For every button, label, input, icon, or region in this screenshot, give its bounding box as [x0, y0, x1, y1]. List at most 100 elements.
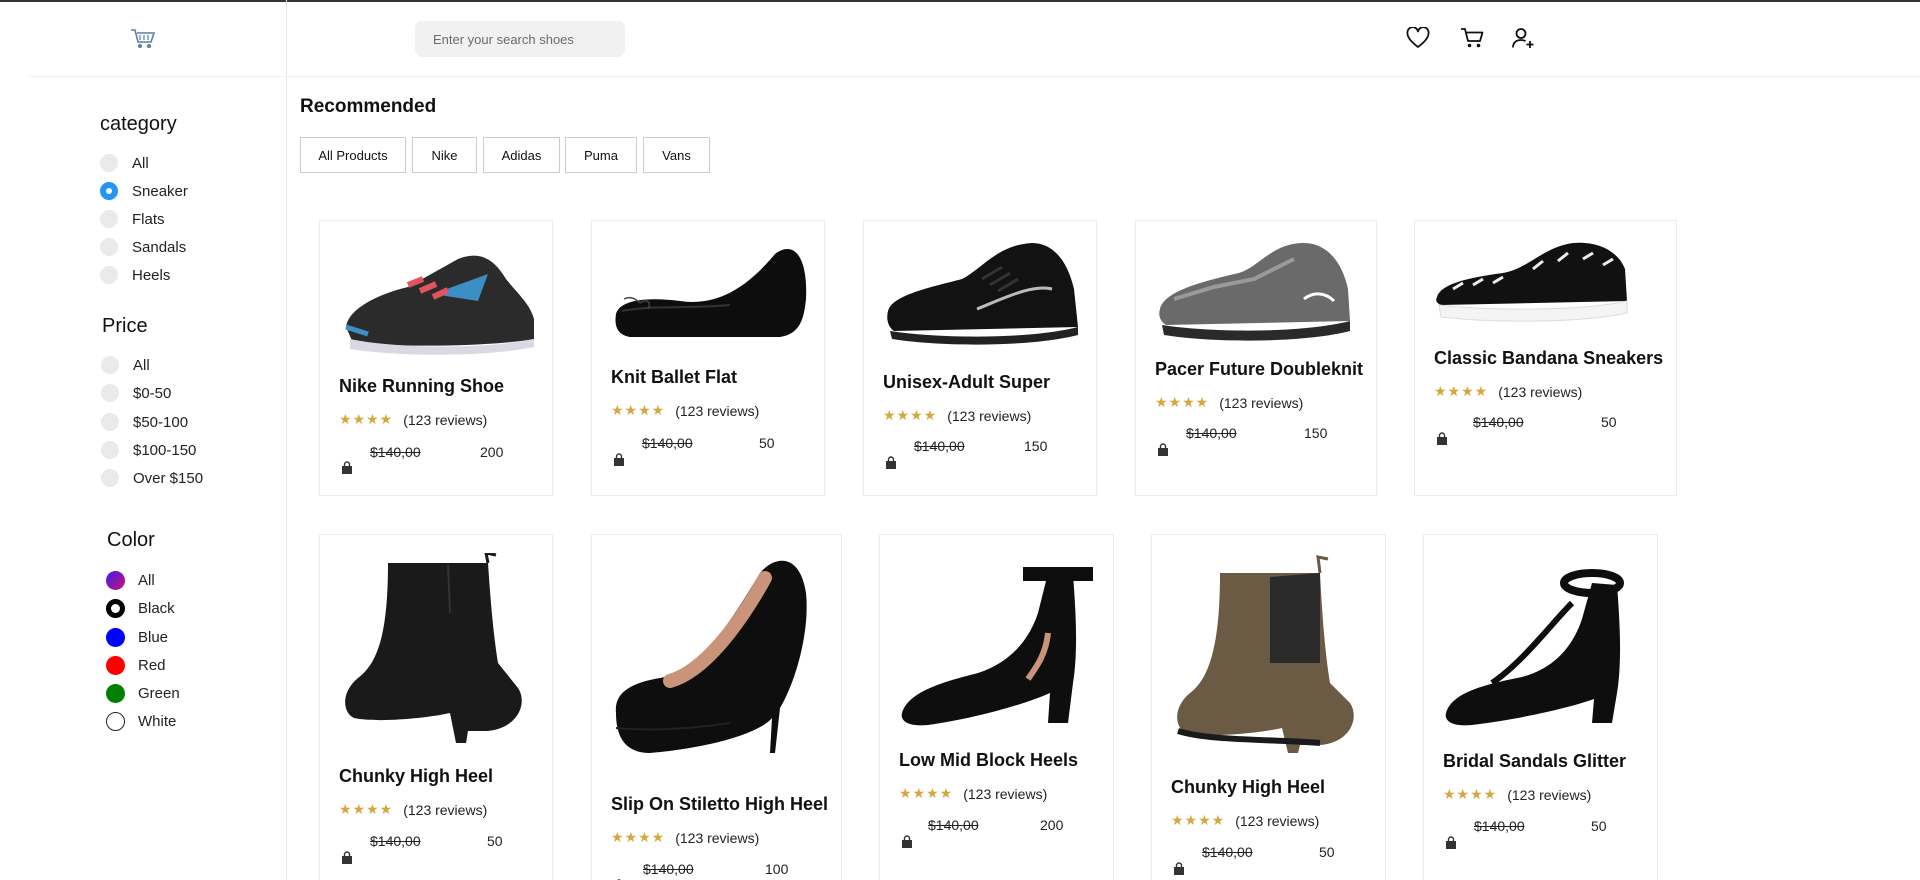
stars-icon: ★★★★	[611, 402, 666, 418]
search-input[interactable]	[415, 21, 625, 57]
radio-icon[interactable]	[101, 441, 119, 459]
cart-logo-icon[interactable]	[130, 28, 156, 50]
sidebar-divider	[30, 76, 287, 77]
sale-price: 50	[1591, 818, 1607, 834]
radio-icon[interactable]	[101, 413, 119, 431]
color-swatch-green-icon[interactable]	[106, 683, 125, 703]
product-rating: ★★★★ (123 reviews)	[611, 402, 759, 419]
original-price: $140,00	[928, 817, 979, 833]
color-option-white[interactable]: White	[106, 711, 176, 731]
shopping-bag-icon[interactable]	[340, 851, 354, 865]
review-count: (123 reviews)	[1235, 812, 1320, 829]
original-price: $140,00	[1473, 414, 1524, 430]
review-count: (123 reviews)	[947, 407, 1032, 424]
shopping-bag-icon[interactable]	[900, 835, 914, 849]
stars-icon: ★★★★	[611, 829, 666, 845]
shopping-bag-icon[interactable]	[1172, 862, 1186, 876]
original-price: $140,00	[1474, 818, 1525, 834]
product-card[interactable]: Chunky High Heel ★★★★ (123 reviews) $140,…	[319, 534, 553, 880]
color-swatch-red-icon[interactable]	[106, 655, 125, 675]
product-card[interactable]: Knit Ballet Flat ★★★★ (123 reviews) $140,…	[591, 220, 825, 496]
original-price: $140,00	[1202, 844, 1253, 860]
product-card[interactable]: Slip On Stiletto High Heel ★★★★ (123 revi…	[591, 534, 842, 880]
option-label: Flats	[132, 210, 165, 228]
color-option-blue[interactable]: Blue	[106, 627, 168, 647]
radio-icon[interactable]	[100, 238, 118, 256]
price-option-50-100[interactable]: $50-100	[101, 412, 188, 432]
product-title: Knit Ballet Flat	[611, 367, 738, 387]
color-swatch-white-icon[interactable]	[106, 711, 125, 731]
product-image-bandana-sneaker	[1436, 242, 1628, 322]
radio-icon[interactable]	[101, 384, 119, 402]
product-card[interactable]: Nike Running Shoe ★★★★ (123 reviews) $140…	[319, 220, 553, 496]
cart-icon[interactable]	[1459, 25, 1485, 51]
heart-icon[interactable]	[1405, 25, 1431, 51]
option-label: Sandals	[132, 238, 187, 256]
category-option-sandals[interactable]: Sandals	[100, 237, 186, 257]
radio-icon[interactable]	[100, 266, 118, 284]
category-option-sneaker[interactable]: Sneaker	[100, 181, 188, 201]
review-count: (123 reviews)	[1507, 786, 1592, 803]
review-count: (123 reviews)	[963, 785, 1048, 802]
product-rating: ★★★★ (123 reviews)	[1434, 383, 1582, 400]
radio-icon[interactable]	[100, 210, 118, 228]
product-card[interactable]: Unisex-Adult Super ★★★★ (123 reviews) $14…	[863, 220, 1097, 496]
price-option-all[interactable]: All	[101, 355, 150, 375]
product-image-knit-sneaker	[1159, 243, 1350, 341]
original-price: $140,00	[643, 861, 694, 877]
user-add-icon[interactable]	[1510, 25, 1536, 51]
shopping-bag-icon[interactable]	[612, 453, 626, 467]
filter-puma-button[interactable]: Puma	[565, 137, 637, 173]
product-image-running-shoe	[345, 255, 534, 355]
product-card[interactable]: Classic Bandana Sneakers ★★★★ (123 review…	[1414, 220, 1677, 496]
color-swatch-blue-icon[interactable]	[106, 627, 125, 647]
product-image-chelsea-boot	[345, 553, 522, 743]
radio-checked-icon[interactable]	[100, 182, 118, 200]
filter-nike-button[interactable]: Nike	[412, 137, 477, 173]
review-count: (123 reviews)	[675, 402, 760, 419]
stars-icon: ★★★★	[1434, 383, 1489, 399]
option-label: All	[132, 154, 149, 172]
color-option-all[interactable]: All	[106, 570, 155, 590]
option-label: White	[138, 712, 177, 730]
category-option-flats[interactable]: Flats	[100, 209, 165, 229]
price-option-0-50[interactable]: $0-50	[101, 383, 171, 403]
original-price: $140,00	[914, 438, 965, 454]
color-option-green[interactable]: Green	[106, 683, 180, 703]
product-card[interactable]: Chunky High Heel ★★★★ (123 reviews) $140,…	[1151, 534, 1386, 880]
color-option-red[interactable]: Red	[106, 655, 166, 675]
product-card[interactable]: Bridal Sandals Glitter ★★★★ (123 reviews)…	[1423, 534, 1658, 880]
sale-price: 100	[765, 861, 789, 877]
option-label: All	[133, 356, 150, 374]
radio-icon[interactable]	[100, 154, 118, 172]
stars-icon: ★★★★	[339, 411, 394, 427]
color-swatch-black-icon[interactable]	[106, 598, 125, 618]
radio-icon[interactable]	[101, 356, 119, 374]
product-title: Slip On Stiletto High Heel	[611, 794, 829, 814]
product-rating: ★★★★ (123 reviews)	[1443, 786, 1591, 803]
shopping-bag-icon[interactable]	[884, 456, 898, 470]
color-swatch-gradient-icon[interactable]	[106, 570, 125, 590]
original-price: $140,00	[370, 444, 421, 460]
product-title: Nike Running Shoe	[339, 376, 505, 396]
shopping-bag-icon[interactable]	[1435, 432, 1449, 446]
shopping-bag-icon[interactable]	[340, 461, 354, 475]
price-option-100-150[interactable]: $100-150	[101, 440, 196, 460]
color-title: Color	[107, 529, 155, 551]
product-card[interactable]: Pacer Future Doubleknit ★★★★ (123 reviews…	[1135, 220, 1377, 496]
product-title: Low Mid Block Heels	[899, 750, 1079, 770]
shopping-bag-icon[interactable]	[1156, 443, 1170, 457]
color-option-black[interactable]: Black	[106, 598, 175, 618]
category-option-heels[interactable]: Heels	[100, 265, 170, 285]
filter-adidas-button[interactable]: Adidas	[483, 137, 560, 173]
product-card[interactable]: Low Mid Block Heels ★★★★ (123 reviews) $1…	[879, 534, 1114, 880]
radio-icon[interactable]	[101, 469, 119, 487]
sale-price: 50	[759, 435, 775, 451]
stars-icon: ★★★★	[883, 407, 938, 423]
filter-all-products-button[interactable]: All Products	[300, 137, 406, 173]
category-option-all[interactable]: All	[100, 153, 149, 173]
review-count: (123 reviews)	[1219, 394, 1304, 411]
price-option-over-150[interactable]: Over $150	[101, 468, 203, 488]
filter-vans-button[interactable]: Vans	[643, 137, 710, 173]
shopping-bag-icon[interactable]	[1444, 836, 1458, 850]
